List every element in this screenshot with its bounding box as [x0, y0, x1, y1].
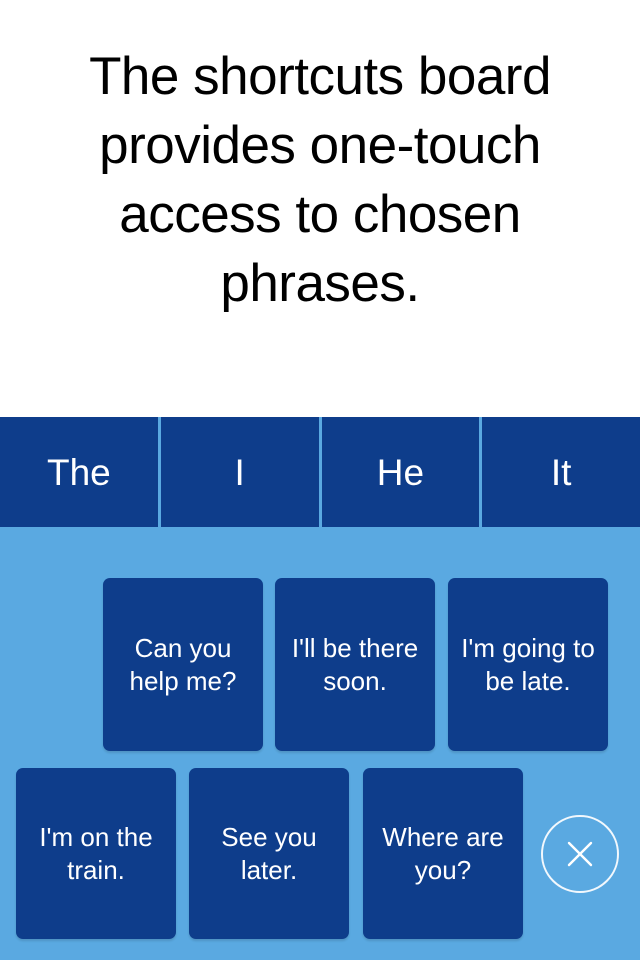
intro-description-text: The shortcuts board provides one-touch a… [89, 47, 551, 313]
tab-he[interactable]: He [321, 417, 480, 527]
shortcut-tile[interactable]: I'm going to be late. [448, 578, 608, 751]
app-screen: The shortcuts board provides one-touch a… [0, 0, 640, 960]
tab-the[interactable]: The [0, 417, 158, 527]
tab-it[interactable]: It [482, 417, 640, 527]
tab-label: He [376, 451, 425, 493]
shortcut-tile[interactable]: See you later. [189, 768, 349, 939]
tab-label: The [46, 451, 111, 493]
shortcut-tile[interactable]: Where are you? [363, 768, 523, 939]
tab-i[interactable]: I [160, 417, 319, 527]
close-x-icon [560, 834, 600, 874]
shortcut-tile[interactable]: Can you help me? [103, 578, 263, 751]
close-button[interactable] [541, 815, 619, 893]
tab-label: I [234, 451, 245, 493]
shortcuts-board: Can you help me? I'll be there soon. I'm… [0, 527, 640, 960]
shortcuts-tab-bar: The I He It [0, 417, 640, 527]
shortcut-tile[interactable]: I'll be there soon. [275, 578, 435, 751]
intro-area: The shortcuts board provides one-touch a… [0, 0, 640, 417]
tab-label: It [550, 451, 572, 493]
shortcut-tile[interactable]: I'm on the train. [16, 768, 176, 939]
